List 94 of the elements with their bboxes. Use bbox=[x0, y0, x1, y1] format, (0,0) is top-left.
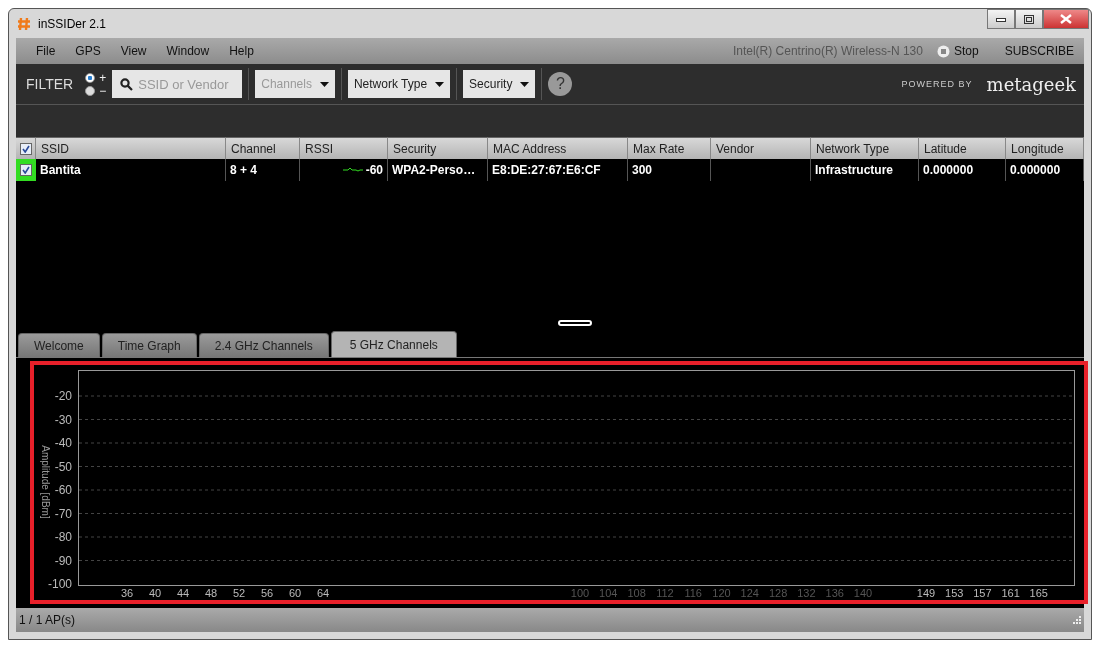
table-cell: 8 + 4 bbox=[226, 159, 300, 181]
channel-label: 149 bbox=[916, 587, 936, 599]
channel-label: 136 bbox=[825, 587, 844, 599]
channel-label: 116 bbox=[684, 587, 702, 599]
axis-tick-label: -70 bbox=[54, 506, 72, 521]
mode-label: − bbox=[99, 84, 107, 97]
mode-label: + bbox=[99, 71, 107, 84]
channel-label: 104 bbox=[599, 587, 618, 599]
channel-label: 40 bbox=[148, 587, 162, 599]
tab[interactable]: 5 GHz Channels bbox=[330, 331, 457, 357]
table-cell: Infrastructure bbox=[811, 159, 919, 181]
channel-label: 128 bbox=[768, 587, 788, 599]
channel-label: 140 bbox=[853, 587, 873, 599]
column-header[interactable]: Latitude bbox=[919, 137, 1006, 159]
minimize-icon bbox=[996, 16, 1006, 22]
tab[interactable]: Time Graph bbox=[101, 333, 197, 357]
status-text: 1 / 1 AP(s) bbox=[19, 613, 76, 627]
maximize-button[interactable] bbox=[1015, 9, 1043, 29]
axis-tick-label: -20 bbox=[54, 389, 72, 403]
channel-label: 157 bbox=[973, 587, 992, 599]
axis-title: Amplitude [dBm] bbox=[40, 445, 51, 519]
channel-label: 124 bbox=[740, 587, 759, 599]
channel-label: 165 bbox=[1029, 587, 1048, 599]
caret-icon bbox=[435, 81, 445, 87]
column-header[interactable]: Max Rate bbox=[628, 137, 711, 159]
restore-icon bbox=[1024, 14, 1034, 24]
menu-item[interactable]: Window bbox=[156, 44, 220, 58]
axis-tick-label: -90 bbox=[54, 553, 72, 568]
channel-label: 153 bbox=[945, 587, 964, 599]
table-cell: -60 bbox=[365, 163, 383, 177]
axis-tick-label: -50 bbox=[54, 459, 72, 474]
table-cell: 0.000000 bbox=[919, 159, 1006, 181]
column-header[interactable]: Network Type bbox=[811, 137, 919, 159]
table-cell: E8:DE:27:67:E6:CF bbox=[488, 159, 628, 181]
menu-item[interactable]: Help bbox=[219, 44, 264, 58]
channel-label: 161 bbox=[1001, 587, 1020, 599]
search-field[interactable]: SSID or Vendor bbox=[112, 70, 243, 98]
channel-label: 36 bbox=[120, 587, 134, 599]
radio-button[interactable] bbox=[85, 72, 96, 83]
column-header[interactable]: Longitude bbox=[1006, 137, 1084, 159]
caret-icon bbox=[319, 81, 329, 87]
splitter-handle[interactable] bbox=[558, 320, 592, 326]
dropdown[interactable]: Security bbox=[463, 70, 536, 98]
caret-icon bbox=[520, 81, 530, 87]
channel-label: 52 bbox=[232, 587, 246, 599]
column-header[interactable]: Security bbox=[388, 137, 488, 159]
radio-button[interactable] bbox=[85, 85, 96, 96]
channel-label: 120 bbox=[712, 587, 731, 599]
window-title: inSSIDer 2.1 bbox=[38, 16, 107, 31]
search-icon bbox=[120, 78, 134, 91]
channel-label: 132 bbox=[797, 587, 816, 599]
channel-label: 64 bbox=[316, 587, 330, 599]
column-header[interactable]: MAC Address bbox=[488, 137, 628, 159]
axis-tick-label: -80 bbox=[54, 530, 72, 544]
stop-icon bbox=[936, 44, 950, 58]
minimize-button[interactable] bbox=[987, 9, 1015, 29]
row-checkbox[interactable] bbox=[20, 164, 32, 176]
column-header[interactable]: Channel bbox=[226, 137, 300, 159]
menu-item[interactable]: View bbox=[110, 44, 157, 58]
tab[interactable]: 2.4 GHz Channels bbox=[198, 333, 329, 357]
dropdown[interactable]: Network Type bbox=[347, 70, 451, 98]
column-header[interactable]: RSSI bbox=[300, 137, 388, 159]
stop-button[interactable]: Stop bbox=[936, 44, 979, 58]
close-button[interactable] bbox=[1043, 9, 1089, 29]
help-button[interactable]: ? bbox=[548, 72, 573, 96]
channel-label: 48 bbox=[204, 587, 218, 599]
channel-label: 44 bbox=[176, 587, 190, 599]
table-cell: 300 bbox=[628, 159, 711, 181]
menu-item[interactable]: GPS bbox=[65, 44, 111, 58]
resize-grip-icon[interactable] bbox=[1073, 616, 1081, 624]
axis-tick-label: -40 bbox=[54, 436, 72, 450]
axis-tick-label: -100 bbox=[47, 577, 72, 591]
channel-label: 108 bbox=[627, 587, 646, 599]
axis-tick-label: -30 bbox=[54, 412, 72, 427]
channel-label: 100 bbox=[570, 587, 590, 599]
tab[interactable]: Welcome bbox=[18, 333, 100, 357]
column-header[interactable]: Vendor bbox=[711, 137, 811, 159]
brand-logo: metageek bbox=[986, 73, 1076, 95]
powered-by-label: POWERED BY bbox=[901, 79, 973, 89]
hash-icon bbox=[16, 15, 32, 32]
channel-label: 112 bbox=[656, 587, 674, 599]
menu-item[interactable]: File bbox=[26, 44, 66, 58]
select-all-checkbox[interactable] bbox=[19, 142, 32, 155]
table-cell: WPA2-Perso… bbox=[388, 159, 488, 181]
subscribe-link[interactable]: SUBSCRIBE bbox=[1004, 44, 1074, 58]
column-header[interactable]: SSID bbox=[36, 137, 226, 159]
close-icon bbox=[1060, 14, 1072, 24]
signal-sparkline-icon bbox=[342, 167, 363, 173]
filter-label: FILTER bbox=[26, 76, 74, 92]
table-cell: Bantita bbox=[36, 159, 226, 181]
table-cell: 0.000000 bbox=[1006, 159, 1084, 181]
channel-label: 56 bbox=[260, 587, 274, 599]
channel-label: 60 bbox=[288, 587, 302, 599]
axis-tick-label: -60 bbox=[54, 483, 72, 497]
